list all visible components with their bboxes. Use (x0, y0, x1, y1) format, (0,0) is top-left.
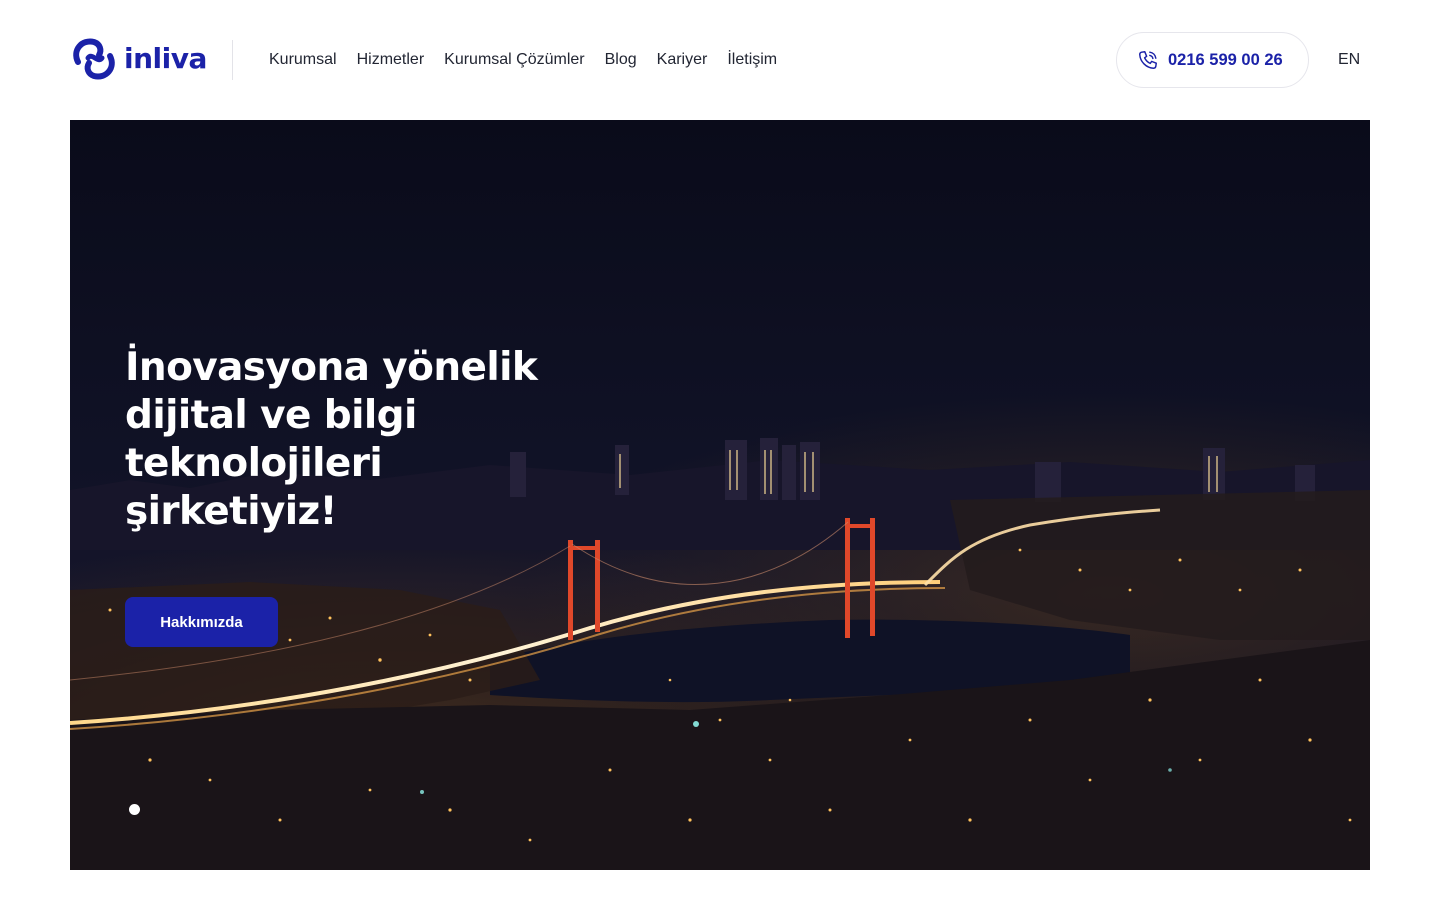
language-switch[interactable]: EN (1338, 48, 1360, 72)
nav-item-hizmetler[interactable]: Hizmetler (357, 48, 425, 72)
logo-text: inliva (124, 42, 207, 75)
main-nav: Kurumsal Hizmetler Kurumsal Çözümler Blo… (269, 48, 777, 72)
hero-slider: İnovasyona yönelik dijital ve bilgi tekn… (70, 120, 1370, 870)
nav-item-blog[interactable]: Blog (605, 48, 637, 72)
about-us-button[interactable]: Hakkımızda (125, 597, 278, 647)
phone-icon (1139, 51, 1157, 69)
header-divider (232, 40, 233, 80)
logo[interactable]: inliva (68, 36, 207, 82)
site-header: inliva Kurumsal Hizmetler Kurumsal Çözüm… (0, 0, 1440, 120)
phone-number: 0216 599 00 26 (1168, 50, 1283, 69)
slider-dots (129, 804, 140, 815)
logo-icon (73, 38, 115, 80)
phone-button[interactable]: 0216 599 00 26 (1116, 32, 1309, 88)
nav-item-kurumsal[interactable]: Kurumsal (269, 48, 337, 72)
slider-dot-active[interactable] (129, 804, 140, 815)
nav-item-kariyer[interactable]: Kariyer (657, 48, 708, 72)
hero-title: İnovasyona yönelik dijital ve bilgi tekn… (125, 345, 538, 534)
nav-item-kurumsal-cozumler[interactable]: Kurumsal Çözümler (444, 48, 584, 72)
nav-item-iletisim[interactable]: İletişim (727, 48, 777, 72)
